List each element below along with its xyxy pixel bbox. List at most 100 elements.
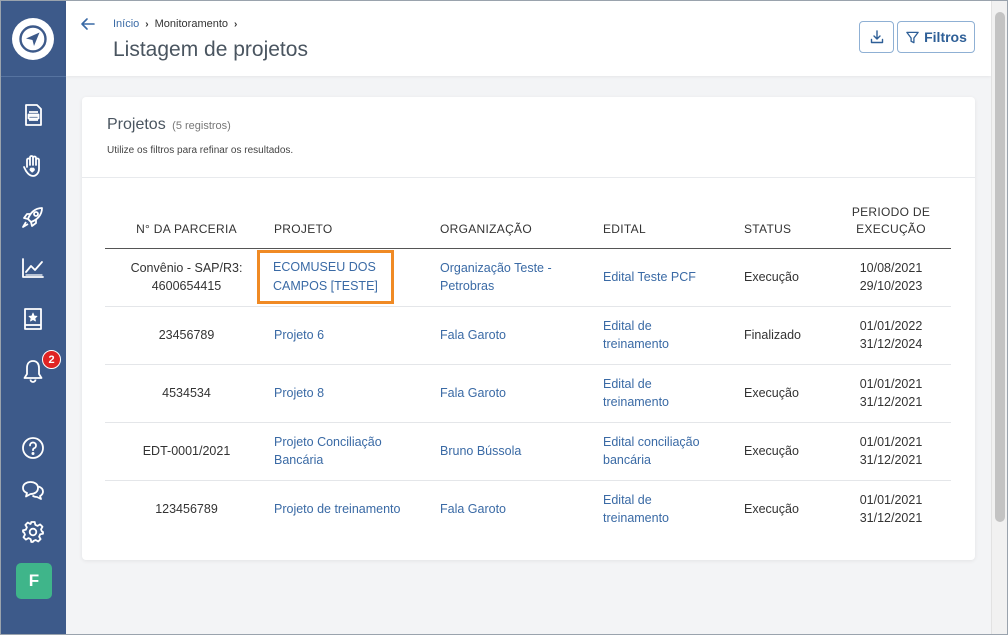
project-link[interactable]: Projeto Conciliação Bancária — [274, 435, 382, 468]
col-header-periodo-line2: EXECUÇÃO — [856, 221, 926, 236]
page-title: Listagem de projetos — [113, 38, 308, 61]
cell-projeto: Projeto Conciliação Bancária — [268, 422, 434, 481]
cell-periodo: 01/01/2021 31/12/2021 — [831, 422, 951, 481]
edital-line2: treinamento — [603, 511, 670, 526]
table-header-row: N° DA PARCERIA PROJETO ORGANIZAÇÃO EDITA… — [105, 200, 951, 249]
card-title: Projetos (5 registros) — [107, 116, 231, 134]
edital-link[interactable]: Edital de treinamento — [603, 493, 669, 526]
hand-heart-icon — [23, 155, 40, 177]
cell-edital: Edital de treinamento — [597, 364, 738, 423]
breadcrumb-current[interactable]: Monitoramento — [155, 18, 228, 30]
cell-edital: Edital de treinamento — [597, 306, 738, 365]
help-icon — [22, 437, 44, 459]
cell-organizacao: Organização Teste - Petrobras — [434, 248, 597, 307]
vertical-scrollbar[interactable] — [991, 0, 1007, 635]
edital-line2: treinamento — [603, 337, 670, 351]
edital-line1: Edital conciliação — [603, 434, 700, 449]
projeto-line2: Bancária — [274, 453, 324, 467]
back-arrow-icon[interactable] — [80, 16, 96, 32]
organization-link[interactable]: Fala Garoto — [440, 386, 506, 400]
chevron-right-icon: › — [145, 18, 149, 30]
periodo-fim: 31/12/2021 — [859, 453, 923, 467]
project-link[interactable]: Projeto 8 — [274, 386, 324, 400]
nav-documents[interactable] — [18, 100, 48, 130]
col-header-parceria[interactable]: N° DA PARCERIA — [105, 200, 268, 249]
cell-projeto: Projeto 8 — [268, 364, 434, 423]
compass-arrow-icon — [19, 25, 47, 53]
col-header-projeto[interactable]: PROJETO — [268, 200, 434, 249]
project-link[interactable]: Projeto 6 — [274, 328, 324, 342]
edital-line2: treinamento — [603, 395, 670, 409]
cell-organizacao: Fala Garoto — [434, 364, 597, 423]
periodo-inicio: 01/01/2021 — [859, 492, 923, 507]
cell-status: Finalizado — [738, 306, 831, 365]
cell-periodo: 01/01/2021 31/12/2021 — [831, 480, 951, 538]
table-row: EDT-0001/2021 Projeto Conciliação Bancári… — [105, 422, 951, 481]
nav-library[interactable] — [18, 304, 48, 334]
col-header-periodo[interactable]: PERIODO DE EXECUÇÃO — [831, 200, 951, 249]
nav-monitoring[interactable] — [18, 253, 48, 283]
scrollbar-thumb[interactable] — [995, 12, 1005, 522]
edital-line1: Edital de — [603, 318, 652, 333]
edital-line1: Edital de — [603, 492, 652, 507]
organization-link[interactable]: Fala Garoto — [440, 502, 506, 516]
cell-parceria: 123456789 — [155, 502, 218, 516]
organization-link[interactable]: Fala Garoto — [440, 328, 506, 342]
periodo-fim: 29/10/2023 — [859, 279, 923, 293]
download-icon — [870, 30, 883, 44]
download-button[interactable] — [859, 21, 894, 53]
edital-line1: Edital de — [603, 376, 652, 391]
project-link[interactable]: Projeto de treinamento — [274, 502, 400, 516]
filter-button[interactable]: Filtros — [897, 21, 975, 53]
projeto-line2: CAMPOS [TESTE] — [273, 278, 378, 293]
user-avatar[interactable]: F — [16, 563, 52, 599]
edital-link[interactable]: Edital Teste PCF — [603, 270, 696, 284]
organization-link[interactable]: Bruno Bússola — [440, 444, 521, 458]
edital-link[interactable]: Edital conciliação bancária — [603, 435, 700, 468]
chat-icon — [22, 481, 44, 500]
cell-edital: Edital de treinamento — [597, 480, 738, 538]
cell-parceria: Convênio - SAP/R3: 4600654415 — [105, 248, 268, 307]
breadcrumb-home-link[interactable]: Início — [113, 18, 139, 30]
cell-projeto: ECOMUSEU DOS CAMPOS [TESTE] — [257, 248, 434, 307]
col-header-edital[interactable]: EDITAL — [597, 200, 738, 249]
nav-social[interactable] — [18, 151, 48, 181]
project-link[interactable]: ECOMUSEU DOS CAMPOS [TESTE] — [257, 250, 394, 304]
cell-periodo: 10/08/2021 29/10/2023 — [831, 248, 951, 307]
cell-edital: Edital conciliação bancária — [597, 422, 738, 481]
projects-table: N° DA PARCERIA PROJETO ORGANIZAÇÃO EDITA… — [105, 200, 951, 538]
nav-projects[interactable] — [18, 202, 48, 232]
document-icon — [25, 104, 42, 126]
nav-settings[interactable] — [18, 517, 48, 547]
periodo-fim: 31/12/2024 — [859, 337, 923, 351]
card-title-text: Projetos — [107, 116, 166, 133]
page-header: Início › Monitoramento › Listagem de pro… — [66, 0, 991, 76]
edital-link[interactable]: Edital de treinamento — [603, 319, 669, 352]
filter-button-label: Filtros — [924, 29, 967, 45]
periodo-fim: 31/12/2021 — [859, 511, 923, 526]
cell-periodo: 01/01/2022 31/12/2024 — [831, 306, 951, 365]
cell-status: Execução — [744, 502, 799, 516]
edital-link[interactable]: Edital de treinamento — [603, 377, 669, 410]
nav-chat[interactable] — [18, 475, 48, 505]
cell-projeto: Projeto de treinamento — [268, 480, 434, 538]
app-logo[interactable] — [12, 18, 54, 60]
chart-line-icon — [22, 258, 44, 278]
gear-icon — [22, 521, 44, 543]
col-header-organizacao[interactable]: ORGANIZAÇÃO — [434, 200, 597, 249]
col-header-status[interactable]: STATUS — [738, 200, 831, 249]
periodo-inicio: 01/01/2022 — [859, 318, 923, 333]
record-count: (5 registros) — [172, 120, 231, 132]
cell-parceria: EDT-0001/2021 — [105, 422, 268, 481]
table-row: 123456789 Projeto de treinamento Fala Ga… — [105, 480, 951, 538]
cell-organizacao: Fala Garoto — [434, 306, 597, 365]
card-subtitle: Utilize os filtros para refinar os resul… — [107, 145, 294, 156]
cell-periodo: 01/01/2021 31/12/2021 — [831, 364, 951, 423]
parceria-line2: 4600654415 — [151, 279, 222, 293]
organization-link[interactable]: Organização Teste - Petrobras — [440, 261, 552, 294]
cell-projeto: Projeto 6 — [268, 306, 434, 365]
nav-help[interactable] — [18, 433, 48, 463]
col-header-periodo-line1: PERIODO DE — [851, 204, 931, 219]
rocket-icon — [22, 207, 43, 228]
organizacao-line1: Organização Teste - — [440, 260, 552, 275]
